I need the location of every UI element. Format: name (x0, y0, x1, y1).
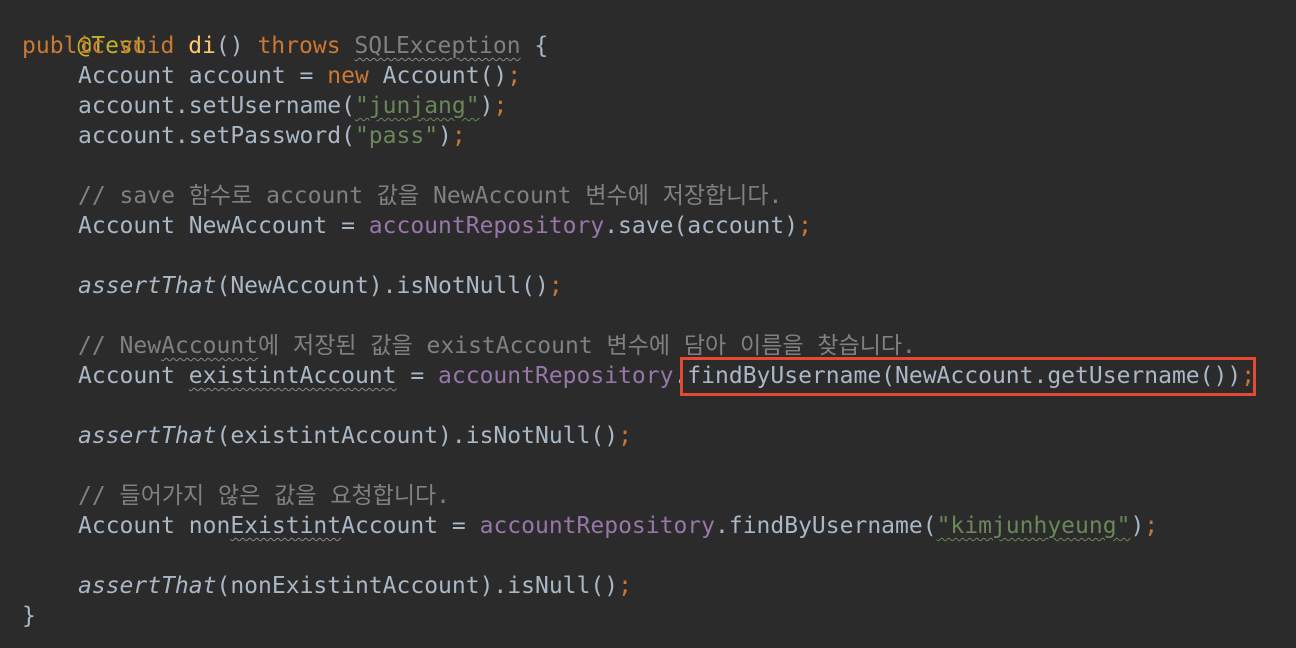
assert-that-call: assertThat (78, 573, 217, 599)
method-name-di: di (188, 33, 216, 59)
string-literal-junjang: "junjang" (354, 93, 480, 119)
comment-exist-part3: 에 저장된 값을 existAccount 변수에 담아 이름을 찾습니다. (258, 333, 916, 359)
exception-type: SQLException (354, 33, 521, 59)
comment-save: // save 함수로 account 값을 NewAccount 변수에 저장… (78, 183, 783, 209)
open-brace: { (520, 33, 549, 59)
semicolon: ; (493, 93, 508, 119)
string-literal-kimjunhyeung: "kimjunhyeung" (936, 513, 1131, 539)
field-account-repository: accountRepository (479, 513, 715, 539)
semicolon: ; (618, 423, 632, 449)
set-username-call: account.setUsername( (78, 93, 355, 119)
semicolon: ; (451, 123, 466, 149)
existint-decl-type: Account (78, 363, 189, 389)
code-line-save: Account NewAccount = accountRepository.s… (22, 211, 812, 241)
highlight-box-find-by-username (680, 357, 1256, 396)
code-line-2: public void di() throws SQLException { (22, 31, 548, 61)
semicolon: ; (1144, 513, 1159, 539)
code-line-non-existint: Account nonExistintAccount = accountRepo… (22, 511, 1158, 541)
code-line-assert-2: assertThat(existintAccount).isNotNull(); (22, 421, 632, 451)
find-by-username-call: .findByUsername( (715, 513, 937, 539)
keyword-new: new (327, 63, 369, 89)
semicolon: ; (507, 63, 522, 89)
code-line-assert-1: assertThat(NewAccount).isNotNull(); (22, 271, 563, 301)
assign-op: = (396, 363, 439, 389)
code-line-comment-request: // 들어가지 않은 값을 요청합니다. (22, 481, 450, 511)
comment-request: // 들어가지 않은 값을 요청합니다. (78, 483, 451, 509)
close-brace: } (22, 603, 36, 629)
field-account-repository: accountRepository (438, 363, 674, 389)
non-existint-decl-3: Account = (341, 513, 480, 539)
semicolon: ; (548, 273, 563, 299)
keyword-public: public (22, 33, 106, 59)
keyword-throws: throws (257, 33, 341, 59)
non-existint-decl-2: Existint (230, 513, 342, 539)
code-line-5: account.setPassword("pass"); (22, 121, 466, 151)
assert-args: (nonExistintAccount).isNull() (216, 573, 619, 599)
semicolon: ; (618, 573, 632, 599)
comment-exist-part2: Account (161, 333, 259, 359)
field-account-repository: accountRepository (368, 213, 605, 239)
save-call: .save(account) (604, 213, 799, 239)
assert-that-call: assertThat (78, 273, 217, 299)
close-paren: ) (438, 123, 452, 149)
non-existint-decl-1: Account non (78, 513, 231, 539)
string-literal-pass: "pass" (354, 123, 439, 149)
close-paren: ) (1130, 513, 1145, 539)
code-line-4: account.setUsername("junjang"); (22, 91, 507, 121)
comment-exist-part1: // New (78, 333, 162, 359)
code-line-3: Account account = new Account(); (22, 61, 521, 91)
variable-existint-account: existintAccount (188, 363, 397, 389)
code-line-comment-save: // save 함수로 account 값을 NewAccount 변수에 저장… (22, 181, 782, 211)
close-paren: ) (479, 93, 494, 119)
code-line-1: @Test (22, 1, 146, 59)
method-params: () (215, 33, 258, 59)
constructor-call: Account() (368, 63, 508, 89)
keyword-void: void (118, 33, 175, 59)
assert-that-call: assertThat (78, 423, 217, 449)
assert-args: (NewAccount).isNotNull() (216, 273, 549, 299)
assert-args: (existintAccount).isNotNull() (216, 423, 619, 449)
code-editor[interactable]: @Test public void di() throws SQLExcepti… (0, 0, 1296, 648)
set-password-call: account.setPassword( (78, 123, 355, 149)
semicolon: ; (798, 213, 812, 239)
account-decl: Account account = (78, 63, 328, 89)
code-line-close: } (22, 601, 36, 631)
new-account-decl: Account NewAccount = (78, 213, 369, 239)
code-line-assert-3: assertThat(nonExistintAccount).isNull(); (22, 571, 632, 601)
